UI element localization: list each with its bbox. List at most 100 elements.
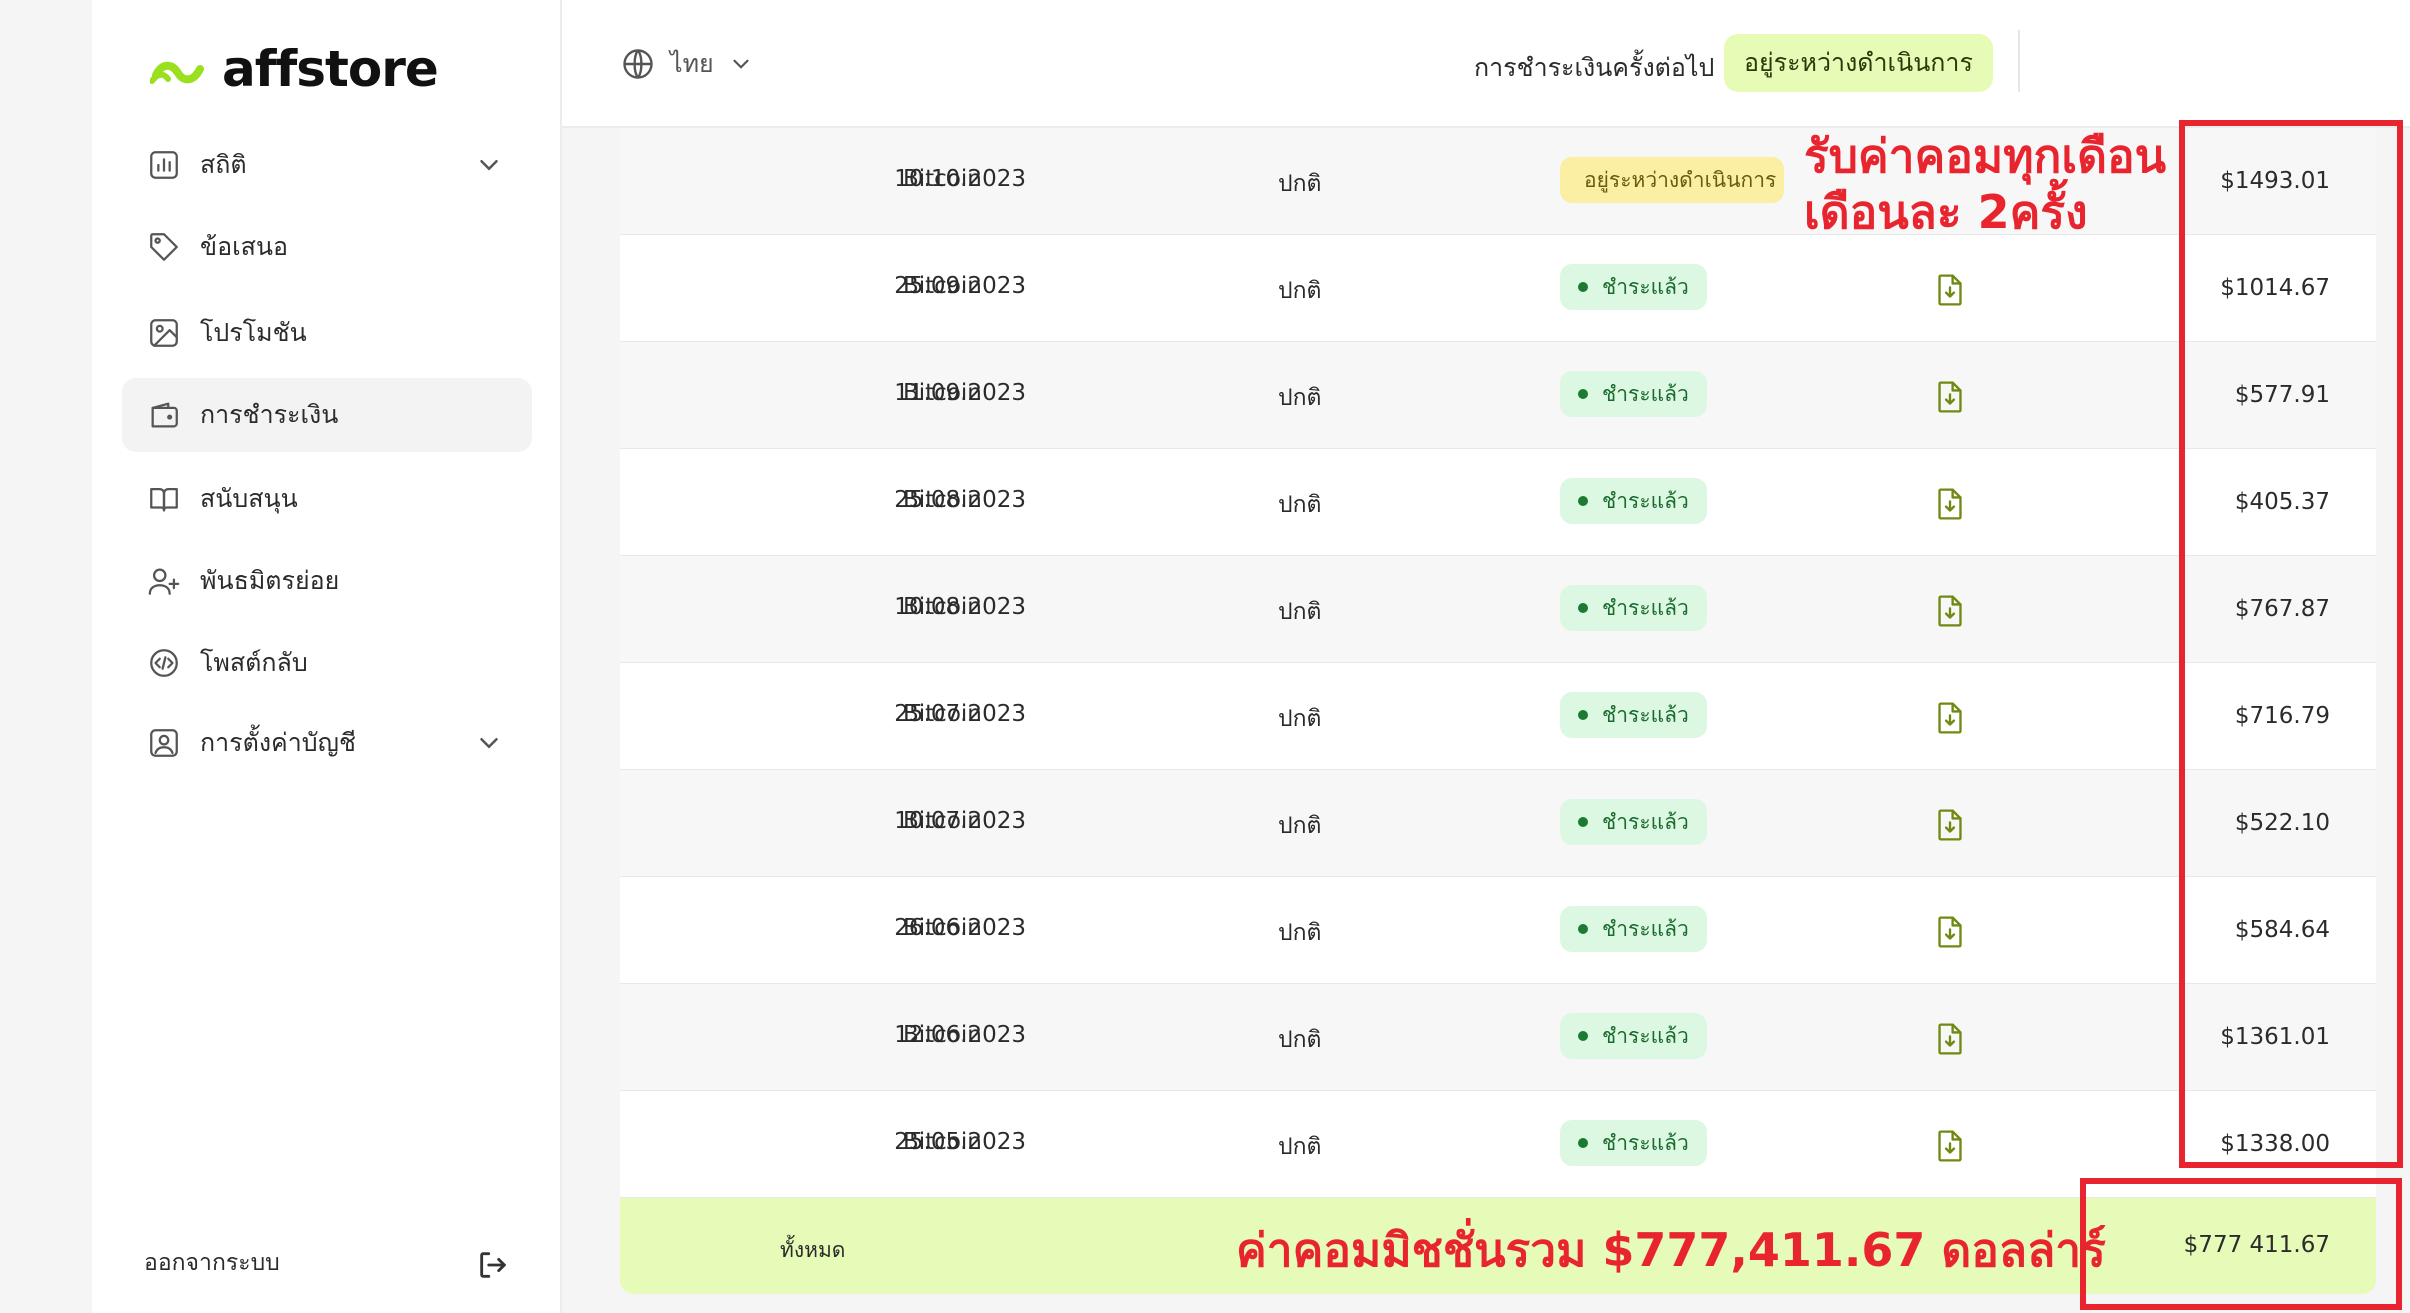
- status-badge: ชำระแล้ว: [1560, 692, 1707, 738]
- user-plus-icon: [146, 563, 182, 599]
- book-icon: [146, 481, 182, 517]
- status-dot-icon: [1578, 496, 1588, 506]
- payment-method: Bitcoin: [903, 701, 982, 727]
- status-badge: อยู่ระหว่างดำเนินการ: [1560, 157, 1784, 203]
- sidebar-item-label: สนับสนุน: [200, 484, 298, 513]
- chevron-down-icon[interactable]: [474, 150, 504, 180]
- annotation-monthly-note-line2: เดือนละ 2ครั้ง: [1804, 185, 2088, 239]
- payment-method: Bitcoin: [903, 166, 982, 192]
- status-dot-icon: [1578, 1138, 1588, 1148]
- sidebar-item-label: การตั้งค่าบัญชี: [200, 728, 356, 757]
- tag-icon: [146, 229, 182, 265]
- logout-icon[interactable]: [476, 1248, 510, 1282]
- table-row: 11.09.2023 Bitcoin ปกติ ชำระแล้ว $577.91: [620, 342, 2376, 449]
- logout-label[interactable]: ออกจากระบบ: [144, 1245, 280, 1281]
- payment-type: ปกติ: [1278, 278, 1322, 304]
- payment-type: ปกติ: [1278, 1027, 1322, 1053]
- payment-method: Bitcoin: [903, 594, 982, 620]
- sidebar-item-label: ข้อเสนอ: [200, 232, 289, 261]
- download-file-icon[interactable]: [1934, 915, 1966, 949]
- brand-name: affstore: [222, 40, 439, 98]
- total-label: ทั้งหมด: [780, 1238, 846, 1262]
- download-file-icon[interactable]: [1934, 594, 1966, 628]
- sidebar-item-label: สถิติ: [200, 150, 247, 179]
- sidebar-item-2[interactable]: โปรโมชัน: [122, 296, 532, 370]
- status-badge: ชำระแล้ว: [1560, 585, 1707, 631]
- sidebar-item-label: การชำระเงิน: [200, 400, 339, 429]
- sidebar-item-0[interactable]: สถิติ: [122, 128, 532, 202]
- sidebar-item-label: โพสต์กลับ: [200, 648, 308, 677]
- annotation-total-box: [2080, 1178, 2402, 1310]
- sidebar: affstore สถิติข้อเสนอโปรโมชันการชำระเงิน…: [92, 0, 562, 1313]
- payment-type: ปกติ: [1278, 706, 1322, 732]
- sidebar-item-7[interactable]: การตั้งค่าบัญชี: [122, 706, 532, 780]
- status-badge: ชำระแล้ว: [1560, 1013, 1707, 1059]
- table-row: 25.09.2023 Bitcoin ปกติ ชำระแล้ว $1014.67: [620, 235, 2376, 342]
- code-icon: [146, 645, 182, 681]
- payment-type: ปกติ: [1278, 171, 1322, 197]
- topbar-divider: [2018, 30, 2020, 92]
- download-file-icon[interactable]: [1934, 808, 1966, 842]
- status-dot-icon: [1578, 389, 1588, 399]
- payment-method: Bitcoin: [903, 273, 982, 299]
- table-row: 10.07.2023 Bitcoin ปกติ ชำระแล้ว $522.10: [620, 770, 2376, 877]
- sidebar-item-3[interactable]: การชำระเงิน: [122, 378, 532, 452]
- status-dot-icon: [1578, 817, 1588, 827]
- table-row: 26.06.2023 Bitcoin ปกติ ชำระแล้ว $584.64: [620, 877, 2376, 984]
- language-label: ไทย: [670, 49, 714, 78]
- download-file-icon[interactable]: [1934, 487, 1966, 521]
- table-row: 25.07.2023 Bitcoin ปกติ ชำระแล้ว $716.79: [620, 663, 2376, 770]
- payment-method: Bitcoin: [903, 808, 982, 834]
- payment-method: Bitcoin: [903, 380, 982, 406]
- payment-method: Bitcoin: [903, 915, 982, 941]
- sidebar-item-1[interactable]: ข้อเสนอ: [122, 210, 532, 284]
- status-dot-icon: [1578, 603, 1588, 613]
- status-badge: ชำระแล้ว: [1560, 1120, 1707, 1166]
- payment-type: ปกติ: [1278, 492, 1322, 518]
- payment-type: ปกติ: [1278, 385, 1322, 411]
- chevron-down-icon: [733, 59, 749, 69]
- payment-method: Bitcoin: [903, 1022, 982, 1048]
- annotation-amount-column-box: [2179, 120, 2403, 1168]
- status-dot-icon: [1578, 924, 1588, 934]
- wallet-icon: [146, 397, 182, 433]
- topbar: ไทย การชำระเงินครั้งต่อไป อยู่ระหว่างดำเ…: [562, 0, 2410, 128]
- annotation-total-note: ค่าคอมมิชชั่นรวม $777,411.67 ดอลล่าร์: [1236, 1223, 2106, 1277]
- payment-type: ปกติ: [1278, 920, 1322, 946]
- sidebar-item-5[interactable]: พันธมิตรย่อย: [122, 544, 532, 618]
- download-file-icon[interactable]: [1934, 1129, 1966, 1163]
- payment-type: ปกติ: [1278, 813, 1322, 839]
- status-dot-icon: [1578, 282, 1588, 292]
- logo-mark-icon: [150, 61, 204, 84]
- language-selector[interactable]: ไทย: [620, 44, 754, 84]
- status-dot-icon: [1578, 1031, 1588, 1041]
- status-badge: ชำระแล้ว: [1560, 478, 1707, 524]
- payment-type: ปกติ: [1278, 599, 1322, 625]
- payment-method: Bitcoin: [903, 487, 982, 513]
- sidebar-item-4[interactable]: สนับสนุน: [122, 462, 532, 536]
- brand-logo[interactable]: affstore: [150, 40, 439, 98]
- next-payment-status-badge: อยู่ระหว่างดำเนินการ: [1724, 34, 1993, 92]
- download-file-icon[interactable]: [1934, 273, 1966, 307]
- payment-type: ปกติ: [1278, 1134, 1322, 1160]
- status-badge: ชำระแล้ว: [1560, 264, 1707, 310]
- image-icon: [146, 315, 182, 351]
- download-file-icon[interactable]: [1934, 380, 1966, 414]
- user-card-icon: [146, 725, 182, 761]
- download-file-icon[interactable]: [1934, 701, 1966, 735]
- table-row: 12.06.2023 Bitcoin ปกติ ชำระแล้ว $1361.01: [620, 984, 2376, 1091]
- download-file-icon[interactable]: [1934, 1022, 1966, 1056]
- globe-icon: [623, 49, 653, 79]
- chevron-down-icon[interactable]: [474, 728, 504, 758]
- table-row: 25.08.2023 Bitcoin ปกติ ชำระแล้ว $405.37: [620, 449, 2376, 556]
- next-payment-label: การชำระเงินครั้งต่อไป: [1474, 53, 1715, 82]
- sidebar-item-6[interactable]: โพสต์กลับ: [122, 626, 532, 700]
- sidebar-item-label: โปรโมชัน: [200, 318, 307, 347]
- sidebar-item-label: พันธมิตรย่อย: [200, 566, 340, 595]
- bar-chart-icon: [146, 147, 182, 183]
- status-dot-icon: [1578, 710, 1588, 720]
- status-badge: ชำระแล้ว: [1560, 799, 1707, 845]
- status-badge: ชำระแล้ว: [1560, 371, 1707, 417]
- status-badge: ชำระแล้ว: [1560, 906, 1707, 952]
- table-row: 10.08.2023 Bitcoin ปกติ ชำระแล้ว $767.87: [620, 556, 2376, 663]
